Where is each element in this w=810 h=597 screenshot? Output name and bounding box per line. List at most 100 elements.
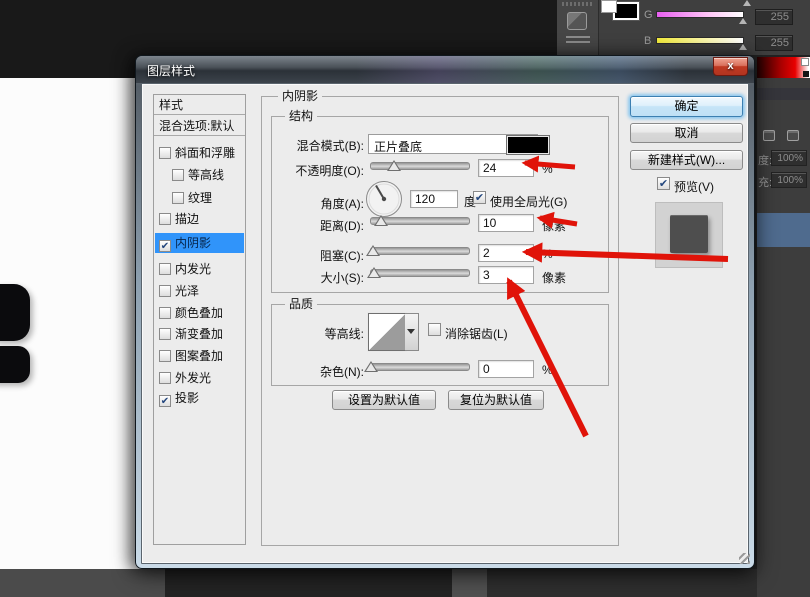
preview-checkbox[interactable]: ✔: [657, 177, 670, 190]
canvas-shape-bottom: [0, 346, 30, 383]
sidebar-item-contour[interactable]: 等高线: [155, 165, 244, 185]
fill-label: 充:: [758, 174, 772, 190]
fill-field[interactable]: 100%: [771, 172, 807, 188]
checkbox-icon[interactable]: [172, 169, 184, 181]
sidebar-item-satin[interactable]: 光泽: [155, 281, 244, 301]
style-preview-thumbnail: [655, 202, 723, 268]
checkbox-icon[interactable]: [159, 263, 171, 275]
blue-channel-slider[interactable]: [656, 37, 744, 44]
sidebar-item-styles[interactable]: 样式: [154, 95, 245, 115]
choke-slider[interactable]: [370, 243, 470, 258]
sidebar-item-blending-options[interactable]: 混合选项:默认: [154, 116, 245, 136]
blue-value-field[interactable]: 255: [755, 35, 793, 51]
opacity-unit: %: [542, 162, 553, 176]
contour-picker[interactable]: [368, 313, 406, 351]
global-light-label: 使用全局光(G): [490, 193, 567, 210]
slider-track: [370, 247, 470, 255]
size-field[interactable]: 3: [478, 266, 534, 284]
set-default-button[interactable]: 设置为默认值: [332, 390, 436, 410]
checkbox-icon[interactable]: [172, 192, 184, 204]
opacity-slider[interactable]: [370, 158, 470, 173]
ok-button[interactable]: 确定: [630, 96, 743, 117]
slider-thumb-icon[interactable]: [739, 44, 747, 50]
canvas-shape-top: [0, 284, 30, 341]
opacity-field[interactable]: 100%: [771, 150, 807, 166]
close-button[interactable]: x: [713, 57, 748, 76]
noise-unit: %: [542, 363, 553, 377]
panel-list-icon: [566, 36, 590, 46]
shadow-color-swatch[interactable]: [506, 135, 550, 155]
layers-panel: 度: 100% 充: 100%: [757, 78, 810, 597]
green-channel-label: G: [644, 9, 653, 21]
choke-field[interactable]: 2: [478, 244, 534, 262]
black-swatch: [803, 71, 809, 77]
choke-unit: %: [542, 247, 553, 261]
noise-slider[interactable]: [370, 359, 470, 374]
sidebar-item-bevel-emboss[interactable]: 斜面和浮雕: [155, 143, 244, 163]
slider-thumb[interactable]: [364, 361, 378, 372]
size-slider[interactable]: [370, 265, 470, 280]
blend-mode-label: 混合模式(B):: [254, 137, 364, 154]
checkbox-icon[interactable]: [159, 328, 171, 340]
new-style-button[interactable]: 新建样式(W)...: [630, 150, 743, 170]
slider-thumb-icon[interactable]: [743, 0, 751, 6]
sidebar-item-color-overlay[interactable]: 颜色叠加: [155, 303, 244, 323]
checkbox-icon[interactable]: ✔: [159, 395, 171, 407]
distance-field[interactable]: 10: [478, 214, 534, 232]
reset-default-button[interactable]: 复位为默认值: [448, 390, 544, 410]
dialog-titlebar[interactable]: 图层样式: [136, 56, 754, 83]
sidebar-item-inner-shadow[interactable]: ✔内阴影: [155, 233, 244, 253]
resize-grip[interactable]: [739, 553, 750, 564]
slider-thumb[interactable]: [387, 160, 401, 171]
green-channel-slider[interactable]: [656, 11, 744, 18]
workspace-bottom-strip: [0, 569, 165, 597]
opacity-label: 不透明度(O):: [254, 162, 364, 179]
sidebar-item-stroke[interactable]: 描边: [155, 209, 244, 229]
preview-label: 预览(V): [674, 178, 714, 195]
3d-material-icon[interactable]: [567, 12, 587, 30]
checkbox-icon[interactable]: [159, 372, 171, 384]
angle-field[interactable]: 120: [410, 190, 458, 208]
lock-icon[interactable]: [763, 130, 775, 141]
distance-slider[interactable]: [370, 213, 470, 228]
sidebar-item-drop-shadow[interactable]: ✔投影: [155, 388, 244, 408]
opacity-label: 度:: [758, 152, 772, 168]
layer-style-dialog: 图层样式 x 样式 混合选项:默认 斜面和浮雕 等高线 纹理 描边 ✔内阴影 内…: [135, 55, 755, 569]
contour-label: 等高线:: [254, 325, 364, 342]
contour-dropdown-button[interactable]: [405, 313, 419, 351]
checkbox-icon[interactable]: [159, 350, 171, 362]
workspace-bottom-strip: [487, 569, 757, 597]
sidebar-item-outer-glow[interactable]: 外发光: [155, 368, 244, 388]
lock-all-icon[interactable]: [787, 130, 799, 141]
slider-thumb[interactable]: [366, 245, 380, 256]
sidebar-item-pattern-overlay[interactable]: 图案叠加: [155, 346, 244, 366]
sidebar-item-gradient-overlay[interactable]: 渐变叠加: [155, 324, 244, 344]
noise-label: 杂色(N):: [254, 363, 364, 380]
antialias-checkbox[interactable]: [428, 323, 441, 336]
size-label: 大小(S):: [254, 269, 364, 286]
checkbox-icon[interactable]: [159, 213, 171, 225]
cancel-button[interactable]: 取消: [630, 123, 743, 143]
slider-thumb[interactable]: [367, 267, 381, 278]
antialias-label: 消除锯齿(L): [445, 325, 508, 342]
layers-panel-divider: [757, 88, 810, 100]
angle-label: 角度(A):: [254, 195, 364, 212]
green-value-field[interactable]: 255: [755, 9, 793, 25]
checkbox-icon[interactable]: [159, 147, 171, 159]
panel-grip-icon: [562, 2, 594, 6]
foreground-color-swatch[interactable]: [601, 0, 617, 13]
global-light-checkbox[interactable]: ✔: [473, 191, 486, 204]
noise-field[interactable]: 0: [478, 360, 534, 378]
color-ramp[interactable]: [757, 57, 810, 78]
sidebar-item-inner-glow[interactable]: 内发光: [155, 259, 244, 279]
slider-track: [370, 269, 470, 277]
sidebar-item-texture[interactable]: 纹理: [155, 188, 244, 208]
checkbox-icon[interactable]: ✔: [159, 240, 171, 252]
selected-layer-row[interactable]: [757, 213, 810, 247]
slider-thumb-icon[interactable]: [739, 18, 747, 24]
checkbox-icon[interactable]: [159, 307, 171, 319]
opacity-field[interactable]: 24: [478, 159, 534, 177]
slider-thumb[interactable]: [374, 215, 388, 226]
dialog-title: 图层样式: [147, 62, 195, 79]
checkbox-icon[interactable]: [159, 285, 171, 297]
